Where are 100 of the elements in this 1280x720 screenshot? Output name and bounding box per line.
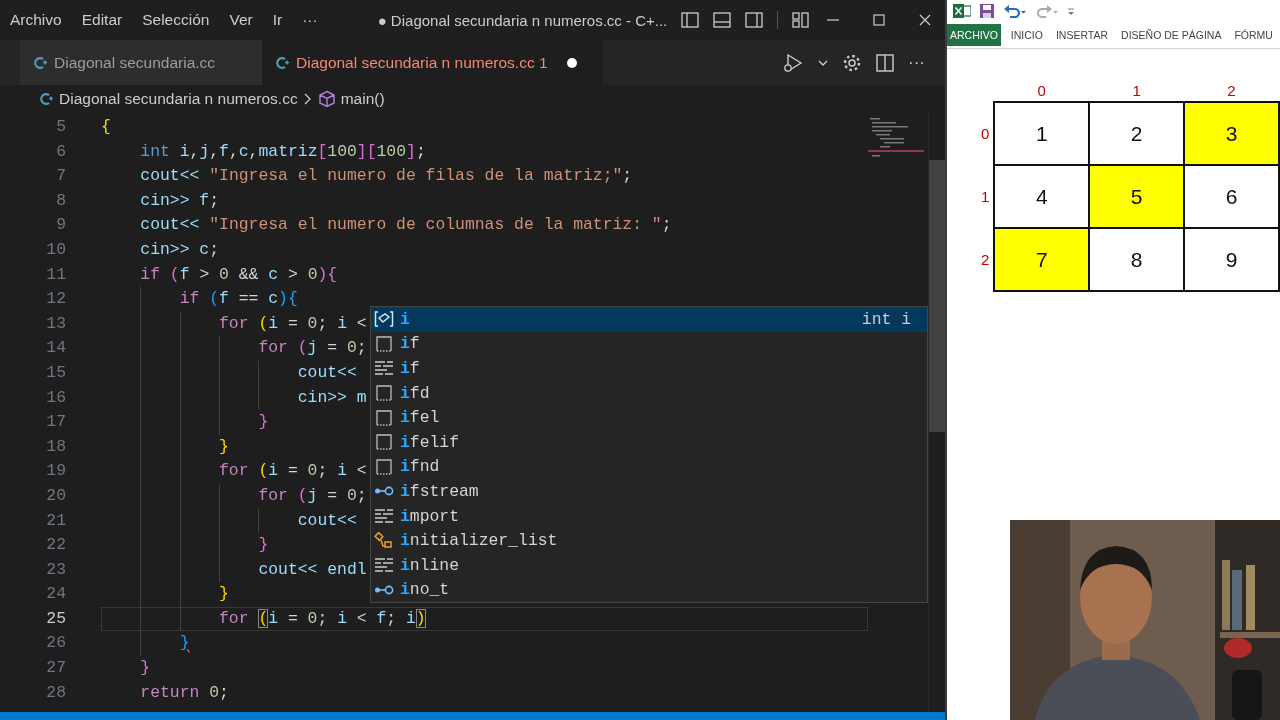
customize-caret-icon[interactable] <box>1067 5 1075 17</box>
menu-item[interactable]: Selección <box>132 11 220 29</box>
code-line: cout<< "Ingresa el numero de columnas de la matriz: "; <box>140 214 672 237</box>
breadcrumb-item[interactable]: main() <box>317 89 385 108</box>
line-number: 26 <box>46 633 66 653</box>
breadcrumb-item[interactable]: Diagonal secundaria n numeros.cc <box>38 89 298 108</box>
row-header: 1 <box>980 188 990 205</box>
suggestion-item[interactable]: initializer_list <box>371 528 927 553</box>
code-line: for (i = 0; i < <box>219 312 367 335</box>
line-number: 9 <box>56 215 66 235</box>
suggestion-label: if <box>400 359 420 378</box>
code-line: { <box>101 116 111 138</box>
suggestion-label: ifd <box>400 383 430 403</box>
suggestion-item[interactable]: inline <box>371 552 927 578</box>
secondary-sidebar-icon[interactable] <box>745 12 764 28</box>
ribbon-tab[interactable]: FÓRMU <box>1231 24 1276 46</box>
snippet-icon <box>374 433 394 452</box>
line-number: 22 <box>46 535 66 555</box>
code-line: } <box>140 657 151 680</box>
suggestion-item[interactable]: ifelif <box>371 429 927 455</box>
line-number: 11 <box>46 264 66 284</box>
chevron-right-icon <box>303 92 312 105</box>
code-line: for (j = 0; <box>258 484 367 507</box>
sheet-cell: 4 <box>994 165 1090 228</box>
code-line: cout<< <box>297 361 357 384</box>
line-number: 17 <box>46 412 66 432</box>
line-number: 13 <box>46 313 66 333</box>
sheet-cell: 6 <box>1184 165 1279 228</box>
code-line: cout<< endl <box>258 558 367 581</box>
snippet-icon <box>374 457 394 476</box>
type-detail: int i <box>861 309 912 329</box>
maximize-icon[interactable] <box>871 12 888 28</box>
suggestion-item[interactable]: ifnd <box>371 454 927 480</box>
menu-item[interactable]: ··· <box>292 11 328 29</box>
line-number: 5 <box>56 117 66 136</box>
panel-toggle-icon[interactable] <box>713 12 732 28</box>
text-lines-icon <box>374 507 394 526</box>
code-line: if (f == c){ <box>179 288 298 311</box>
more-button[interactable]: ··· <box>908 52 925 73</box>
c-plus-icon <box>38 90 54 107</box>
class-icon <box>374 531 394 550</box>
code-line: } <box>258 411 269 434</box>
menu-item[interactable]: Archivo <box>0 11 72 29</box>
line-number: 16 <box>46 387 66 407</box>
menu-item[interactable]: Ir <box>262 11 293 29</box>
suggestion-label: ifstream <box>400 481 479 501</box>
suggestion-item[interactable]: ifstream <box>371 479 927 504</box>
code-line: for (i = 0; i < <box>219 460 367 483</box>
code-line: cin>> c; <box>140 238 220 261</box>
snippet-icon <box>374 408 394 427</box>
save-icon[interactable] <box>979 3 995 19</box>
ribbon-tab[interactable]: INICIO <box>1007 24 1046 46</box>
suggestion-item[interactable]: ifel <box>371 405 927 430</box>
code-line: if (f > 0 && c > 0){ <box>140 263 338 286</box>
column-header: 1 <box>1132 81 1141 99</box>
suggestion-item[interactable]: ino_t <box>371 577 927 603</box>
menu-item[interactable]: Ver <box>219 11 263 29</box>
suggestion-label: import <box>400 506 460 526</box>
suggestion-item[interactable]: i int i <box>371 307 927 332</box>
column-header: 2 <box>1227 81 1236 99</box>
code-line: cin>> f; <box>140 189 220 212</box>
suggestion-item[interactable]: if <box>371 356 927 381</box>
code-line: int i,j,f,c,matriz[100][100]; <box>140 140 426 163</box>
menu-item[interactable]: Editar <box>71 11 133 29</box>
sheet-cell: 8 <box>1089 228 1185 291</box>
line-number: 25 <box>46 608 66 628</box>
line-number: 24 <box>46 584 66 604</box>
undo-icon[interactable] <box>1003 3 1027 19</box>
cube-icon <box>317 89 336 108</box>
run-debug-icon[interactable] <box>782 52 804 73</box>
sheet-cell: 2 <box>1089 102 1185 165</box>
scrollbar-thumb[interactable] <box>929 160 945 432</box>
ribbon-tab[interactable]: INSERTAR <box>1052 24 1112 46</box>
caret-icon[interactable] <box>818 58 828 67</box>
ribbon-tab[interactable]: DISEÑO DE PÁGINA <box>1118 24 1225 46</box>
code-line: } <box>219 583 229 606</box>
row-header: 0 <box>980 125 990 142</box>
line-number: 23 <box>46 559 66 579</box>
line-number: 12 <box>46 289 66 309</box>
line-number: 18 <box>46 436 66 456</box>
ribbon-tab[interactable]: ARCHIVO <box>947 24 1001 46</box>
settings-icon[interactable] <box>842 52 862 73</box>
line-number: 28 <box>46 682 66 702</box>
sidebar-toggle-icon[interactable] <box>681 12 700 28</box>
line-number: 10 <box>46 239 66 259</box>
editor-tab[interactable]: Diagonal secundaria.cc <box>20 40 262 85</box>
code-line: } <box>219 435 229 458</box>
layout-icon[interactable] <box>792 12 811 28</box>
suggestion-item[interactable]: if <box>371 331 927 357</box>
c-plus-icon <box>274 54 290 71</box>
sheet-cell: 7 <box>994 228 1090 291</box>
code-line: cin>> m <box>297 386 367 409</box>
suggestion-item[interactable]: import <box>371 503 927 529</box>
suggestion-item[interactable]: ifd <box>371 380 927 406</box>
text-lines-icon <box>374 359 394 378</box>
suggestion-label: if <box>400 334 420 354</box>
variable-icon <box>374 310 394 329</box>
line-number: 6 <box>56 141 66 161</box>
editor-tab[interactable]: Diagonal secundaria n numeros.cc 1 <box>262 40 602 85</box>
split-editor-icon[interactable] <box>876 53 894 72</box>
